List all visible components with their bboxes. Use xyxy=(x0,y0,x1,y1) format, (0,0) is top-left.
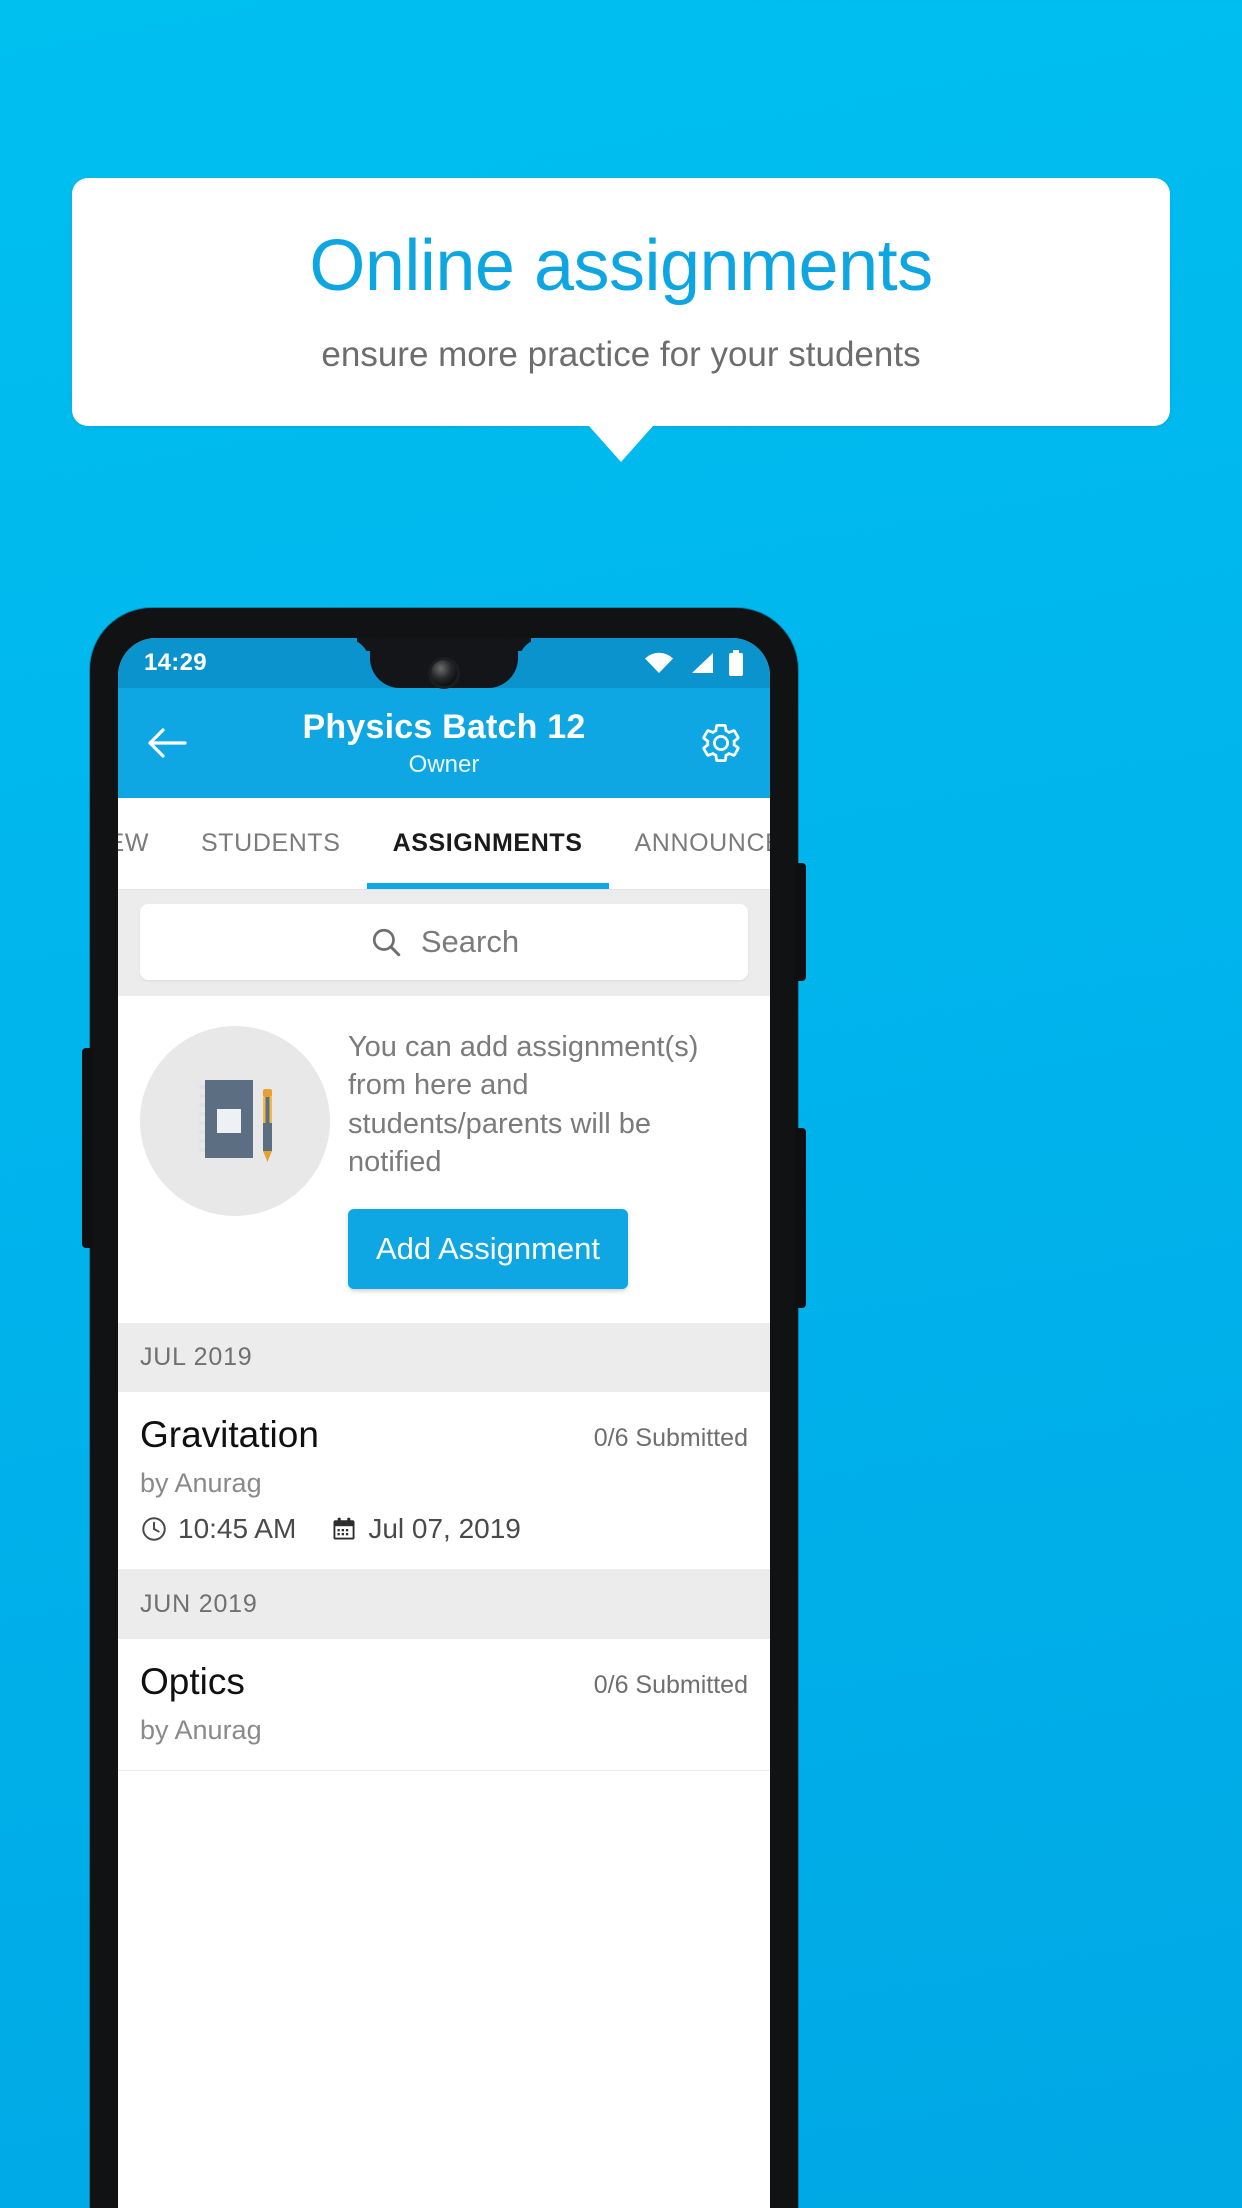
tab-students[interactable]: STUDENTS xyxy=(175,798,367,889)
assignment-date: Jul 07, 2019 xyxy=(368,1513,521,1545)
empty-state-text: You can add assignment(s) from here and … xyxy=(348,1031,699,1178)
search-placeholder: Search xyxy=(420,924,520,959)
submitted-count: 0/6 Submitted xyxy=(593,1424,748,1453)
empty-state-card: You can add assignment(s) from here and … xyxy=(118,996,770,1324)
assignment-header: Gravitation 0/6 Submitted xyxy=(140,1414,748,1456)
wifi-icon xyxy=(644,652,674,674)
tab-label: ASSIGNMENTS xyxy=(392,829,583,857)
phone-side-button xyxy=(82,1048,94,1248)
cellular-signal-icon xyxy=(688,652,714,674)
phone-mockup: 14:29 Physics Batch 12 Owner W STUDENTS … xyxy=(82,608,806,2208)
assignment-title: Gravitation xyxy=(140,1414,319,1456)
assignment-author: by Anurag xyxy=(140,1715,262,1746)
phone-notch xyxy=(370,638,518,688)
month-header: JUN 2019 xyxy=(118,1570,770,1640)
assignment-row[interactable]: Optics 0/6 Submitted by Anurag xyxy=(118,1639,770,1772)
page-title: Physics Batch 12 xyxy=(302,707,586,746)
status-time: 14:29 xyxy=(144,649,207,676)
assignment-meta: 10:45 AM Jul 07, 2019 xyxy=(140,1513,748,1545)
back-button[interactable] xyxy=(140,716,194,770)
front-camera-icon xyxy=(431,660,457,686)
submitted-count: 0/6 Submitted xyxy=(593,1671,748,1700)
search-input[interactable]: Search xyxy=(140,904,748,980)
status-icons xyxy=(644,650,744,676)
app-bar: Physics Batch 12 Owner xyxy=(118,688,770,798)
add-assignment-button[interactable]: Add Assignment xyxy=(348,1209,629,1290)
notebook-and-pen-icon xyxy=(140,1026,330,1216)
page-subtitle: Owner xyxy=(408,750,480,778)
empty-state-content: You can add assignment(s) from here and … xyxy=(348,1022,748,1290)
assignment-time: 10:45 AM xyxy=(178,1513,297,1545)
tab-bar[interactable]: IEW STUDENTS ASSIGNMENTS ANNOUNCEMENTS xyxy=(118,798,770,890)
phone-volume-button xyxy=(794,1128,806,1308)
promo-title: Online assignments xyxy=(309,226,933,307)
phone-power-button xyxy=(794,863,806,981)
promo-subtitle: ensure more practice for your students xyxy=(321,334,921,374)
promo-callout: Online assignments ensure more practice … xyxy=(72,178,1170,426)
tab-label: STUDENTS xyxy=(201,829,341,857)
month-header: JUL 2019 xyxy=(118,1323,770,1393)
phone-screen: 14:29 Physics Batch 12 Owner W STUDENTS … xyxy=(118,638,770,2208)
settings-button[interactable] xyxy=(694,716,748,770)
clock-icon xyxy=(140,1515,168,1543)
assignment-row[interactable]: Gravitation 0/6 Submitted by Anurag 10:4… xyxy=(118,1392,770,1571)
tab-announcements[interactable]: ANNOUNCEMENTS xyxy=(609,798,770,889)
app-bar-titles: Physics Batch 12 Owner xyxy=(118,708,770,779)
battery-icon xyxy=(728,650,744,676)
calendar-icon xyxy=(330,1515,358,1543)
assignment-header: Optics 0/6 Submitted xyxy=(140,1661,748,1703)
tab-label: IEW xyxy=(118,829,150,857)
search-icon xyxy=(369,925,403,959)
search-container: Search xyxy=(118,890,770,996)
tab-overview[interactable]: IEW xyxy=(118,798,175,889)
tab-assignments[interactable]: ASSIGNMENTS xyxy=(366,798,609,889)
assignment-title: Optics xyxy=(140,1661,245,1703)
promo-callout-tail xyxy=(589,426,653,462)
tab-label: ANNOUNCEMENTS xyxy=(634,829,770,857)
assignment-author: by Anurag xyxy=(140,1468,262,1499)
